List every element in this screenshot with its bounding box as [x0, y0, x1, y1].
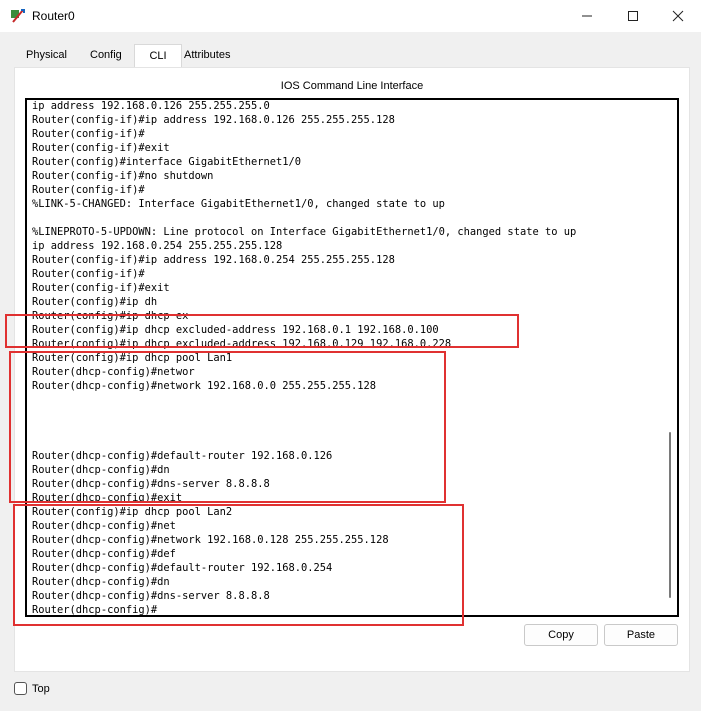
top-checkbox-label: Top: [32, 682, 50, 695]
terminal-line: Router(config-if)#: [32, 184, 145, 196]
terminal-line: Router(config)#interface GigabitEthernet…: [32, 156, 301, 168]
terminal-line: Router(config-if)#no shutdown: [32, 170, 214, 182]
terminal-line: %LINEPROTO-5-UPDOWN: Line protocol on In…: [32, 226, 577, 238]
terminal-line: Router(config-if)#ip address 192.168.0.2…: [32, 254, 395, 266]
terminal-line: Router(config-if)#exit: [32, 142, 170, 154]
scrollbar-thumb[interactable]: [669, 432, 671, 598]
terminal-scrollbar[interactable]: [667, 100, 673, 615]
terminal-line: Router(config-if)#ip address 192.168.0.1…: [32, 114, 395, 126]
copy-button[interactable]: Copy: [524, 624, 598, 646]
top-option[interactable]: Top: [14, 682, 50, 695]
maximize-icon: [628, 11, 638, 21]
router-app-icon: [11, 9, 25, 23]
close-button[interactable]: [655, 0, 701, 32]
highlight-pool-lan1: [9, 351, 446, 503]
terminal-line: ip address 192.168.0.254 255.255.255.128: [32, 240, 283, 252]
window-title: Router0: [32, 9, 75, 23]
terminal-line: ip address 192.168.0.126 255.255.255.0: [32, 100, 270, 112]
panel-title: IOS Command Line Interface: [280, 80, 424, 92]
terminal-line: Router(config-if)#exit: [32, 282, 170, 294]
top-checkbox[interactable]: [14, 682, 27, 695]
tab-config[interactable]: Config: [90, 44, 122, 68]
close-icon: [672, 10, 684, 22]
tab-physical[interactable]: Physical: [26, 44, 67, 68]
tab-attributes[interactable]: Attributes: [184, 44, 230, 68]
terminal-line: %LINK-5-CHANGED: Interface GigabitEthern…: [32, 198, 445, 210]
minimize-icon: [582, 15, 592, 17]
minimize-button[interactable]: [564, 0, 610, 32]
maximize-button[interactable]: [610, 0, 656, 32]
highlight-pool-lan2: [13, 504, 464, 626]
tab-cli[interactable]: CLI: [134, 44, 182, 70]
terminal-line: Router(config)#ip dh: [32, 296, 158, 308]
paste-button[interactable]: Paste: [604, 624, 678, 646]
title-bar: Router0: [0, 0, 701, 32]
terminal-line: Router(config-if)#: [32, 128, 145, 140]
highlight-excluded-addresses: [5, 314, 519, 348]
terminal-line: Router(config-if)#: [32, 268, 145, 280]
